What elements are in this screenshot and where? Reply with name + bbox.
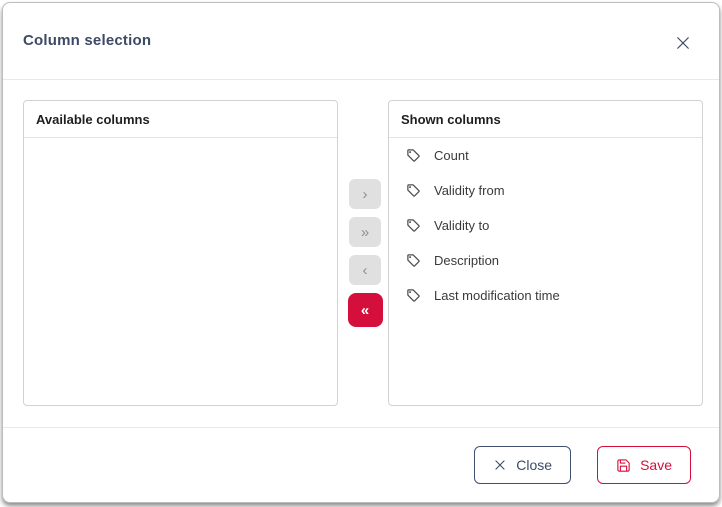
- tag-icon: [406, 183, 421, 198]
- column-selection-dialog: Column selection Available columns › » ‹…: [2, 2, 720, 503]
- list-item[interactable]: Validity to: [389, 208, 702, 243]
- double-chevron-right-icon: »: [361, 225, 369, 240]
- dialog-title: Column selection: [23, 32, 151, 49]
- tag-icon: [406, 288, 421, 303]
- save-button[interactable]: Save: [597, 446, 691, 484]
- move-all-right-button[interactable]: »: [349, 217, 381, 247]
- tag-icon: [406, 148, 421, 163]
- close-button-label: Close: [516, 457, 552, 473]
- list-item[interactable]: Last modification time: [389, 278, 702, 313]
- move-right-button[interactable]: ›: [349, 179, 381, 209]
- shown-columns-list: Count Validity from Validity to Descript…: [389, 138, 702, 313]
- list-item-label: Validity from: [434, 183, 505, 198]
- list-item[interactable]: Count: [389, 138, 702, 173]
- save-button-label: Save: [640, 457, 672, 473]
- list-item-label: Last modification time: [434, 288, 560, 303]
- shown-columns-header: Shown columns: [389, 101, 702, 138]
- list-item-label: Count: [434, 148, 469, 163]
- list-item-label: Description: [434, 253, 499, 268]
- list-item[interactable]: Description: [389, 243, 702, 278]
- move-all-left-button[interactable]: «: [348, 293, 383, 327]
- list-item-label: Validity to: [434, 218, 489, 233]
- close-button[interactable]: Close: [474, 446, 571, 484]
- x-icon: [493, 458, 507, 472]
- transfer-buttons: › » ‹ «: [346, 179, 384, 327]
- available-columns-header: Available columns: [24, 101, 337, 138]
- move-left-button[interactable]: ‹: [349, 255, 381, 285]
- dialog-header: Column selection: [3, 3, 719, 80]
- dialog-footer: Close Save: [3, 427, 719, 502]
- available-columns-panel: Available columns: [23, 100, 338, 406]
- close-icon[interactable]: [673, 33, 693, 53]
- tag-icon: [406, 218, 421, 233]
- shown-columns-panel: Shown columns Count Validity from Validi…: [388, 100, 703, 406]
- floppy-disk-icon: [616, 458, 631, 473]
- chevron-right-icon: ›: [363, 187, 368, 202]
- tag-icon: [406, 253, 421, 268]
- chevron-left-icon: ‹: [363, 263, 368, 278]
- list-item[interactable]: Validity from: [389, 173, 702, 208]
- double-chevron-left-icon: «: [361, 303, 369, 318]
